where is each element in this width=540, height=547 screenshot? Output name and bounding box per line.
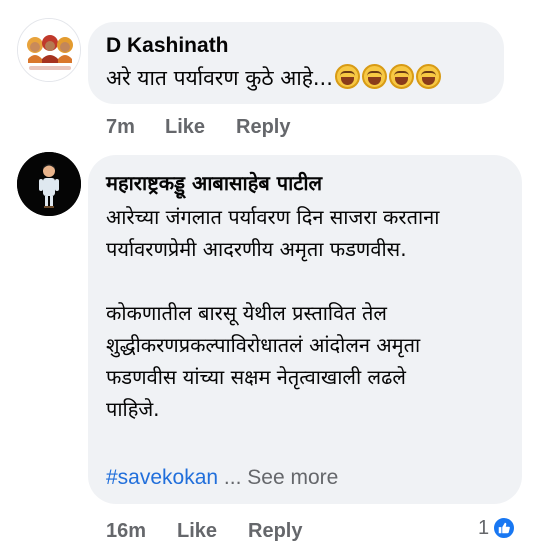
reply-button[interactable]: Reply: [248, 520, 302, 543]
see-more-link[interactable]: See more: [247, 466, 338, 489]
rolling-laughing-emoji-icon: [361, 64, 387, 89]
rolling-laughing-emoji-icon: [415, 64, 441, 89]
commenter-avatar[interactable]: [17, 18, 81, 82]
comment-line: पाहिजे.: [106, 397, 160, 421]
comment-author-name[interactable]: D Kashinath: [106, 34, 229, 58]
commenter-avatar[interactable]: [17, 152, 81, 216]
comment-line: पर्यावरणप्रेमी आदरणीय अमृता फडणवीस.: [106, 237, 407, 261]
comment-author-name[interactable]: महाराष्ट्रकड्डू आबासाहेब पाटील: [106, 169, 322, 196]
rolling-laughing-emoji-icon: [334, 64, 360, 89]
ellipsis: ...: [218, 466, 248, 489]
like-button[interactable]: Like: [165, 116, 205, 139]
thumbs-up-icon: [492, 516, 517, 540]
comment-text-body: अरे यात पर्यावरण कुठे आहे...: [106, 66, 333, 90]
hashtag-link[interactable]: #savekokan: [106, 466, 218, 489]
comment-line: फडणवीस यांच्या सक्षम नेतृत्वाखाली लढले: [106, 365, 406, 389]
comment-text: आरेच्या जंगलात पर्यावरण दिन साजरा करताना…: [106, 201, 516, 425]
reaction-summary[interactable]: 1: [478, 516, 517, 540]
comment-text: अरे यात पर्यावरण कुठे आहे...: [106, 64, 441, 92]
comment-line: आरेच्या जंगलात पर्यावरण दिन साजरा करताना: [106, 205, 440, 229]
hashtag-row: #savekokan ... See more: [106, 466, 338, 490]
comment-line: कोकणातील बारसू येथील प्रस्तावित तेल: [106, 301, 387, 325]
group-portrait-image: [18, 19, 80, 81]
comment-timestamp[interactable]: 16m: [106, 520, 146, 543]
like-button[interactable]: Like: [177, 520, 217, 543]
comment-line: शुद्धीकरणप्रकल्पाविरोधातलं आंदोलन अमृता: [106, 333, 421, 357]
person-illustration-image: [17, 152, 81, 216]
reply-button[interactable]: Reply: [236, 116, 290, 139]
rolling-laughing-emoji-icon: [388, 64, 414, 89]
reaction-count: 1: [478, 516, 490, 539]
comment-timestamp[interactable]: 7m: [106, 116, 135, 139]
